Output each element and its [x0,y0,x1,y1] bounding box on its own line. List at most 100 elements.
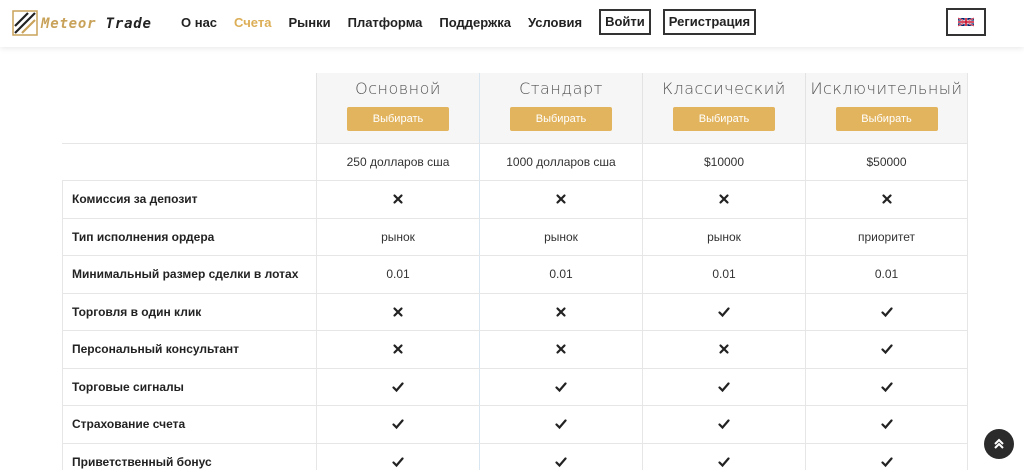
feature-label: Комиссия за депозит [62,181,316,218]
select-plan-basic-button[interactable]: Выбирать [347,107,449,131]
nav-markets[interactable]: Рынки [288,15,330,30]
feature-value [805,443,968,470]
feature-value [805,293,968,330]
plan-price: $10000 [642,144,805,180]
plan-header-classic: Классический Выбирать [642,73,805,143]
header-spacer [62,73,316,143]
feature-value: рынок [316,218,479,255]
select-plan-exclusive-button[interactable]: Выбирать [835,107,938,131]
feature-value: 0.01 [316,256,479,293]
feature-value [805,181,968,218]
table-row: Торговля в один клик [62,292,968,330]
feature-value: приоритет [805,218,968,255]
nav-support[interactable]: Поддержка [439,15,511,30]
plan-header-standard: Стандарт Выбирать [479,73,642,143]
price-row-spacer [62,144,316,180]
login-button[interactable]: Войти [599,9,651,35]
nav-about[interactable]: О нас [181,15,217,30]
feature-label: Тип исполнения ордера [62,218,316,255]
feature-value [316,406,479,443]
table-row: Минимальный размер сделки в лотах 0.01 0.0… [62,255,968,293]
nav-terms[interactable]: Условия [528,15,582,30]
plan-header-basic: Основной Выбирать [316,73,479,143]
check-icon [718,419,730,430]
feature-label: Персональный консультант [62,331,316,368]
plan-name: Классический [662,79,786,98]
table-row: Страхование счета [62,405,968,443]
feature-value [642,443,805,470]
plan-name: Основной [355,79,441,98]
logo[interactable]: Meteor Trade [12,10,151,36]
check-icon [880,457,893,467]
feature-value [316,368,479,405]
feature-value: 0.01 [479,256,642,293]
feature-value: рынок [479,218,642,255]
price-row: 250 долларов сша 1000 долларов сша $1000… [62,143,968,180]
check-icon [555,457,567,467]
main-nav: О нас Счета Рынки Платформа Поддержка Ус… [181,9,768,35]
table-row: Приветственный бонус [62,442,968,470]
feature-value [642,181,805,218]
feature-value [479,331,642,368]
feature-value [642,293,805,330]
check-icon [718,307,730,317]
cross-icon [393,344,403,354]
feature-value [479,368,642,405]
check-icon [718,382,730,392]
plan-name: Стандарт [519,79,603,98]
cross-icon [556,344,566,354]
feature-value [316,443,479,470]
cross-icon [556,194,566,204]
check-icon [718,457,730,467]
feature-rows: Комиссия за депозит Тип исполнения ордера… [62,180,968,470]
feature-label: Приветственный бонус [62,443,316,470]
feature-value [479,181,642,218]
feature-value [805,406,968,443]
table-row: Торговые сигналы [62,367,968,405]
select-plan-standard-button[interactable]: Выбирать [510,107,612,131]
cross-icon [393,194,403,204]
feature-value [479,443,642,470]
feature-label: Минимальный размер сделки в лотах [62,256,316,293]
feature-label: Страхование счета [62,406,316,443]
table-row: Персональный консультант [62,330,968,368]
feature-label: Торговля в один клик [62,293,316,330]
table-row: Тип исполнения ордера рынок рынок рынок прио… [62,217,968,255]
plan-name: Исключительный [810,79,963,98]
table-header-row: Основной Выбирать Стандарт Выбирать Клас… [62,73,968,143]
select-plan-classic-button[interactable]: Выбирать [673,107,775,131]
cross-icon [393,307,403,317]
logo-word-1: Meteor [41,16,97,32]
plan-header-exclusive: Исключительный Выбирать [805,73,968,143]
check-icon [392,457,404,467]
feature-label: Торговые сигналы [62,368,316,405]
feature-value: 0.01 [642,256,805,293]
table-row: Комиссия за депозит [62,180,968,218]
feature-value [316,293,479,330]
plan-price: $50000 [805,144,968,180]
nav-accounts[interactable]: Счета [234,15,271,30]
check-icon [880,419,893,430]
feature-value [805,331,968,368]
cross-icon [719,344,729,354]
accounts-comparison-table: Основной Выбирать Стандарт Выбирать Клас… [62,73,968,470]
check-icon [880,344,893,355]
logo-text: Meteor Trade [41,16,152,32]
logo-word-2: Trade [105,16,152,32]
feature-value [642,368,805,405]
language-switch-button[interactable] [946,8,986,36]
plan-price: 250 долларов сша [316,144,479,180]
register-button[interactable]: Регистрация [662,9,757,35]
check-icon [392,382,404,392]
feature-value [316,181,479,218]
cross-icon [719,194,729,204]
scroll-to-top-button[interactable] [984,429,1014,459]
feature-value: рынок [642,218,805,255]
feature-value [642,331,805,368]
logo-mark-icon [12,10,38,36]
check-icon [880,307,893,317]
double-chevron-up-icon [994,438,1004,449]
check-icon [555,382,567,392]
feature-value [479,406,642,443]
nav-platform[interactable]: Платформа [348,15,423,30]
